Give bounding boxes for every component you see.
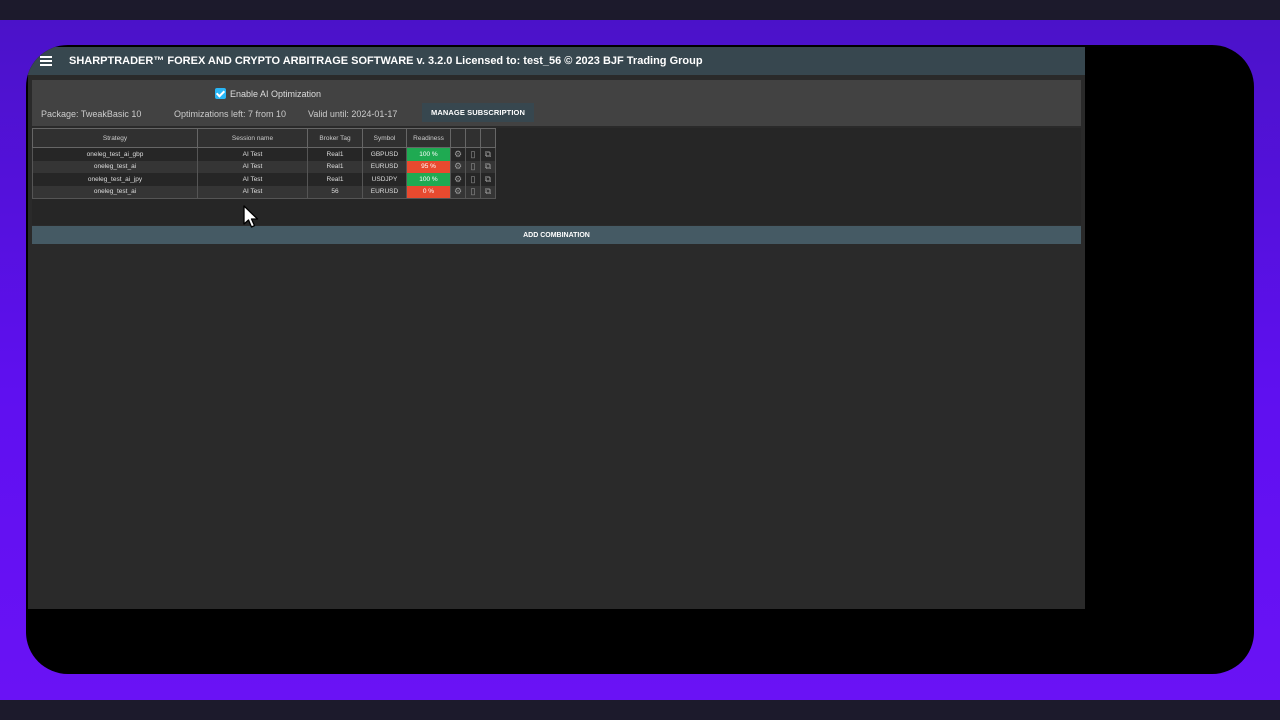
trash-icon[interactable]: ▯ <box>465 160 481 173</box>
cell-broker: Real1 <box>307 173 363 186</box>
gear-icon[interactable]: ⚙ <box>450 185 466 199</box>
gear-icon[interactable]: ⚙ <box>450 147 466 161</box>
header-broker-tag[interactable]: Broker Tag <box>307 128 363 148</box>
ai-optimization-checkbox[interactable] <box>215 88 226 99</box>
cell-broker: Real1 <box>307 147 363 161</box>
cell-symbol: EURUSD <box>362 185 407 199</box>
app-window: SHARPTRADER™ FOREX AND CRYPTO ARBITRAGE … <box>28 47 1085 609</box>
optimizations-left-label: Optimizations left: 7 from 10 <box>174 109 287 119</box>
header-delete <box>465 128 481 148</box>
combinations-table-area: Strategy Session name Broker Tag Symbol … <box>32 128 1081 225</box>
cell-broker: Real1 <box>307 160 363 173</box>
manage-subscription-button[interactable]: MANAGE SUBSCRIPTION <box>422 103 534 122</box>
edit-icon[interactable]: ⧉ <box>480 173 496 186</box>
cell-session: AI Test <box>197 160 308 173</box>
ai-optimization-toggle[interactable]: Enable AI Optimization <box>215 88 321 99</box>
header-session-name[interactable]: Session name <box>197 128 308 148</box>
ai-optimization-label: Enable AI Optimization <box>230 88 322 99</box>
table-row[interactable]: oneleg_test_ai AI Test 56 EURUSD 0 % ⚙ ▯… <box>32 185 496 199</box>
trash-icon[interactable]: ▯ <box>465 173 481 186</box>
header-settings <box>450 128 466 148</box>
tablet-frame: SHARPTRADER™ FOREX AND CRYPTO ARBITRAGE … <box>26 45 1254 674</box>
header-symbol[interactable]: Symbol <box>362 128 407 148</box>
cell-session: AI Test <box>197 173 308 186</box>
add-combination-button[interactable]: ADD COMBINATION <box>32 226 1081 244</box>
titlebar: SHARPTRADER™ FOREX AND CRYPTO ARBITRAGE … <box>28 47 1085 75</box>
trash-icon[interactable]: ▯ <box>465 147 481 161</box>
cell-symbol: GBPUSD <box>362 147 407 161</box>
trash-icon[interactable]: ▯ <box>465 185 481 199</box>
table-row[interactable]: oneleg_test_ai AI Test Real1 EURUSD 95 %… <box>32 160 496 173</box>
table-header-row: Strategy Session name Broker Tag Symbol … <box>32 128 496 148</box>
header-readiness[interactable]: Readiness <box>406 128 451 148</box>
cell-strategy: oneleg_test_ai <box>32 185 198 199</box>
package-label: Package: TweakBasic 10 <box>41 109 142 119</box>
valid-until-label: Valid until: 2024-01-17 <box>308 109 398 119</box>
edit-icon[interactable]: ⧉ <box>480 147 496 161</box>
app-title: SHARPTRADER™ FOREX AND CRYPTO ARBITRAGE … <box>69 55 703 67</box>
cell-readiness: 0 % <box>406 185 451 199</box>
combinations-table: Strategy Session name Broker Tag Symbol … <box>32 128 496 199</box>
cell-strategy: oneleg_test_ai_gbp <box>32 147 198 161</box>
table-row[interactable]: oneleg_test_ai_gbp AI Test Real1 GBPUSD … <box>32 147 496 161</box>
gear-icon[interactable]: ⚙ <box>450 173 466 186</box>
mouse-pointer-icon <box>243 205 259 228</box>
cell-readiness: 100 % <box>406 147 451 161</box>
cell-symbol: EURUSD <box>362 160 407 173</box>
edit-icon[interactable]: ⧉ <box>480 160 496 173</box>
cell-strategy: oneleg_test_ai <box>32 160 198 173</box>
bottom-bar <box>0 700 1280 720</box>
edit-icon[interactable]: ⧉ <box>480 185 496 199</box>
table-row[interactable]: oneleg_test_ai_jpy AI Test Real1 USDJPY … <box>32 173 496 186</box>
header-strategy[interactable]: Strategy <box>32 128 198 148</box>
cell-strategy: oneleg_test_ai_jpy <box>32 173 198 186</box>
cell-readiness: 95 % <box>406 160 451 173</box>
cell-broker: 56 <box>307 185 363 199</box>
cell-session: AI Test <box>197 185 308 199</box>
hamburger-menu-icon[interactable] <box>40 56 52 66</box>
cell-session: AI Test <box>197 147 308 161</box>
cell-symbol: USDJPY <box>362 173 407 186</box>
header-edit <box>480 128 496 148</box>
gear-icon[interactable]: ⚙ <box>450 160 466 173</box>
subscription-panel: Enable AI Optimization Package: TweakBas… <box>32 80 1081 126</box>
cell-readiness: 100 % <box>406 173 451 186</box>
